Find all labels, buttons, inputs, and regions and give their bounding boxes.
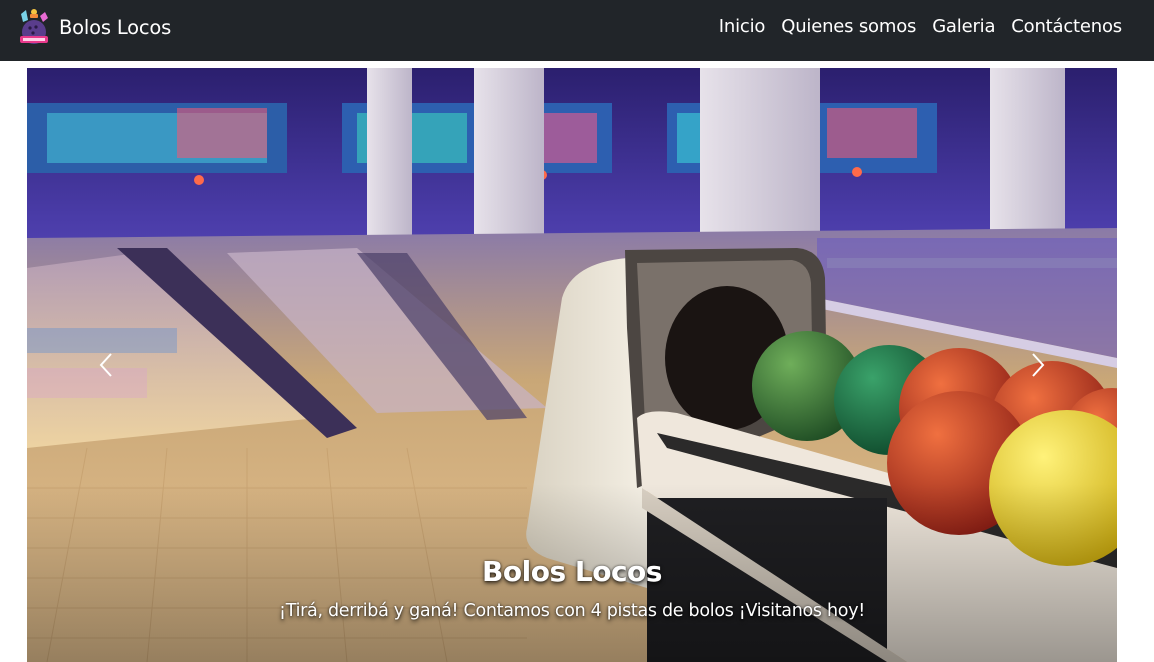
nav-link-contactenos[interactable]: Contáctenos <box>1011 16 1122 37</box>
brand-name: Bolos Locos <box>59 15 172 39</box>
nav-link-galeria[interactable]: Galeria <box>932 16 995 37</box>
hero-carousel: Bolos Locos ¡Tirá, derribá y ganá! Conta… <box>27 68 1117 662</box>
nav-link-quienes-somos[interactable]: Quienes somos <box>781 16 916 37</box>
carousel-caption-text: ¡Tirá, derribá y ganá! Contamos con 4 pi… <box>279 601 865 621</box>
nav-links: Inicio Quienes somos Galeria Contáctenos <box>703 16 1122 37</box>
navbar-brand[interactable]: Bolos Locos <box>17 8 171 46</box>
chevron-left-icon <box>99 353 112 377</box>
bowling-logo-icon <box>20 9 48 44</box>
carousel-caption-title: Bolos Locos <box>482 555 662 588</box>
navbar: Bolos Locos Inicio Quienes somos Galeria… <box>0 0 1154 61</box>
nav-link-inicio[interactable]: Inicio <box>719 16 766 37</box>
chevron-right-icon <box>1032 353 1045 377</box>
